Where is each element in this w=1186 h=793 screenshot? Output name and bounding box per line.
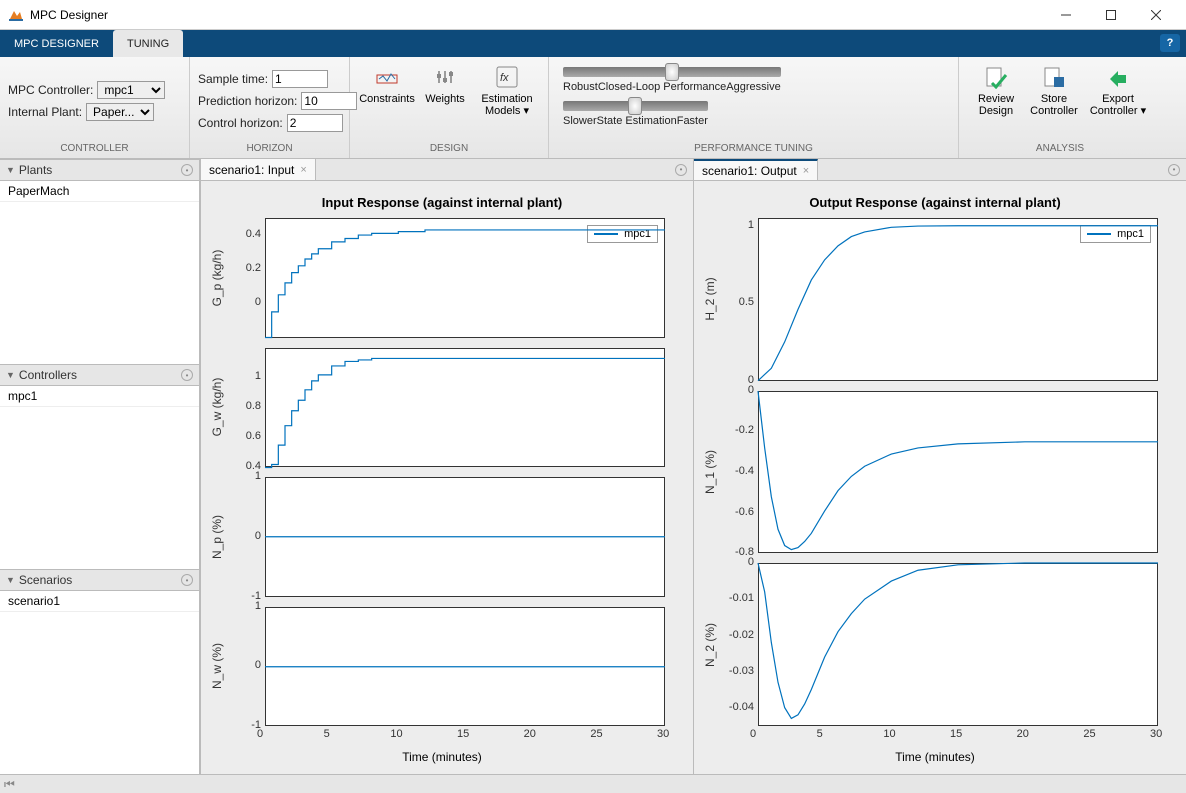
input-title: Input Response (against internal plant): [209, 195, 675, 210]
window-title: MPC Designer: [30, 8, 1043, 22]
main-area: ▼ Plants • PaperMach ▼ Controllers • mpc…: [0, 159, 1186, 774]
scenarios-header[interactable]: ▼ Scenarios •: [0, 569, 199, 591]
collapse-icon: ▼: [6, 165, 15, 175]
close-icon[interactable]: ×: [803, 165, 809, 177]
horizon-group-label: HORIZON: [198, 141, 341, 158]
xlabel: Time (minutes): [209, 732, 675, 764]
output-canvas: Output Response (against internal plant)…: [694, 181, 1186, 774]
performance-tuning-group-label: PERFORMANCE TUNING: [557, 141, 950, 158]
sample-time-label: Sample time:: [198, 72, 268, 86]
mpc-controller-label: MPC Controller:: [8, 83, 93, 97]
export-icon: [1106, 65, 1130, 89]
constraints-button[interactable]: Constraints: [358, 61, 416, 109]
controller-group-label: CONTROLLER: [8, 141, 181, 158]
back-icon[interactable]: ⏮: [4, 777, 15, 792]
side-browser: ▼ Plants • PaperMach ▼ Controllers • mpc…: [0, 159, 200, 774]
close-button[interactable]: [1133, 0, 1178, 29]
tab-mpc-designer[interactable]: MPC DESIGNER: [0, 30, 113, 57]
plants-header[interactable]: ▼ Plants •: [0, 159, 199, 181]
svg-text:fx: fx: [500, 72, 509, 84]
se-thumb[interactable]: [628, 97, 642, 115]
scenarios-item[interactable]: scenario1: [0, 591, 199, 612]
tab-tuning[interactable]: TUNING: [113, 30, 183, 57]
status-bar: ⏮: [0, 774, 1186, 793]
gear-icon[interactable]: •: [181, 574, 193, 586]
control-horizon-label: Control horizon:: [198, 116, 283, 130]
review-icon: [984, 65, 1008, 89]
constraints-icon: [375, 65, 399, 89]
mpc-controller-select[interactable]: mpc1: [97, 81, 165, 99]
clp-thumb[interactable]: [665, 63, 679, 81]
maximize-button[interactable]: [1088, 0, 1133, 29]
review-design-button[interactable]: Review Design: [967, 61, 1025, 121]
export-controller-button[interactable]: Export Controller ▾: [1083, 61, 1153, 121]
prediction-horizon-input[interactable]: [301, 92, 357, 110]
estimation-models-button[interactable]: fx Estimation Models ▾: [474, 61, 540, 121]
collapse-icon: ▼: [6, 370, 15, 380]
input-doc-tab[interactable]: scenario1: Input×: [201, 159, 316, 180]
analysis-group-label: ANALYSIS: [967, 141, 1153, 158]
control-horizon-input[interactable]: [287, 114, 343, 132]
gear-icon[interactable]: •: [181, 164, 193, 176]
plants-item[interactable]: PaperMach: [0, 181, 199, 202]
state-estimation-slider[interactable]: Slower State Estimation Faster: [563, 95, 708, 129]
internal-plant-label: Internal Plant:: [8, 105, 82, 119]
prediction-horizon-label: Prediction horizon:: [198, 94, 297, 108]
plot-area: scenario1: Input× • Input Response (agai…: [200, 159, 1186, 774]
app-logo-icon: [8, 7, 24, 23]
title-bar: MPC Designer: [0, 0, 1186, 30]
weights-button[interactable]: Weights: [416, 61, 474, 109]
input-canvas: Input Response (against internal plant) …: [201, 181, 693, 774]
gear-icon[interactable]: •: [181, 369, 193, 381]
closed-loop-performance-slider[interactable]: Robust Closed-Loop Performance Aggressiv…: [563, 61, 781, 95]
sample-time-input[interactable]: [272, 70, 328, 88]
help-button[interactable]: ?: [1160, 34, 1180, 52]
close-icon[interactable]: ×: [300, 164, 306, 176]
output-doc-tab[interactable]: scenario1: Output×: [694, 159, 818, 180]
weights-icon: [433, 65, 457, 89]
gear-icon[interactable]: •: [1168, 164, 1180, 176]
design-group-label: DESIGN: [358, 141, 540, 158]
controllers-header[interactable]: ▼ Controllers •: [0, 364, 199, 386]
store-controller-button[interactable]: Store Controller: [1025, 61, 1083, 121]
controllers-item[interactable]: mpc1: [0, 386, 199, 407]
xlabel: Time (minutes): [702, 732, 1168, 764]
gear-icon[interactable]: •: [675, 164, 687, 176]
output-title: Output Response (against internal plant): [702, 195, 1168, 210]
toolstrip: MPC Controller: mpc1 Internal Plant: Pap…: [0, 57, 1186, 159]
ribbon-tabstrip: MPC DESIGNER TUNING ?: [0, 30, 1186, 57]
minimize-button[interactable]: [1043, 0, 1088, 29]
fx-icon: fx: [495, 65, 519, 89]
store-icon: [1042, 65, 1066, 89]
collapse-icon: ▼: [6, 575, 15, 585]
internal-plant-select[interactable]: Paper...: [86, 103, 154, 121]
